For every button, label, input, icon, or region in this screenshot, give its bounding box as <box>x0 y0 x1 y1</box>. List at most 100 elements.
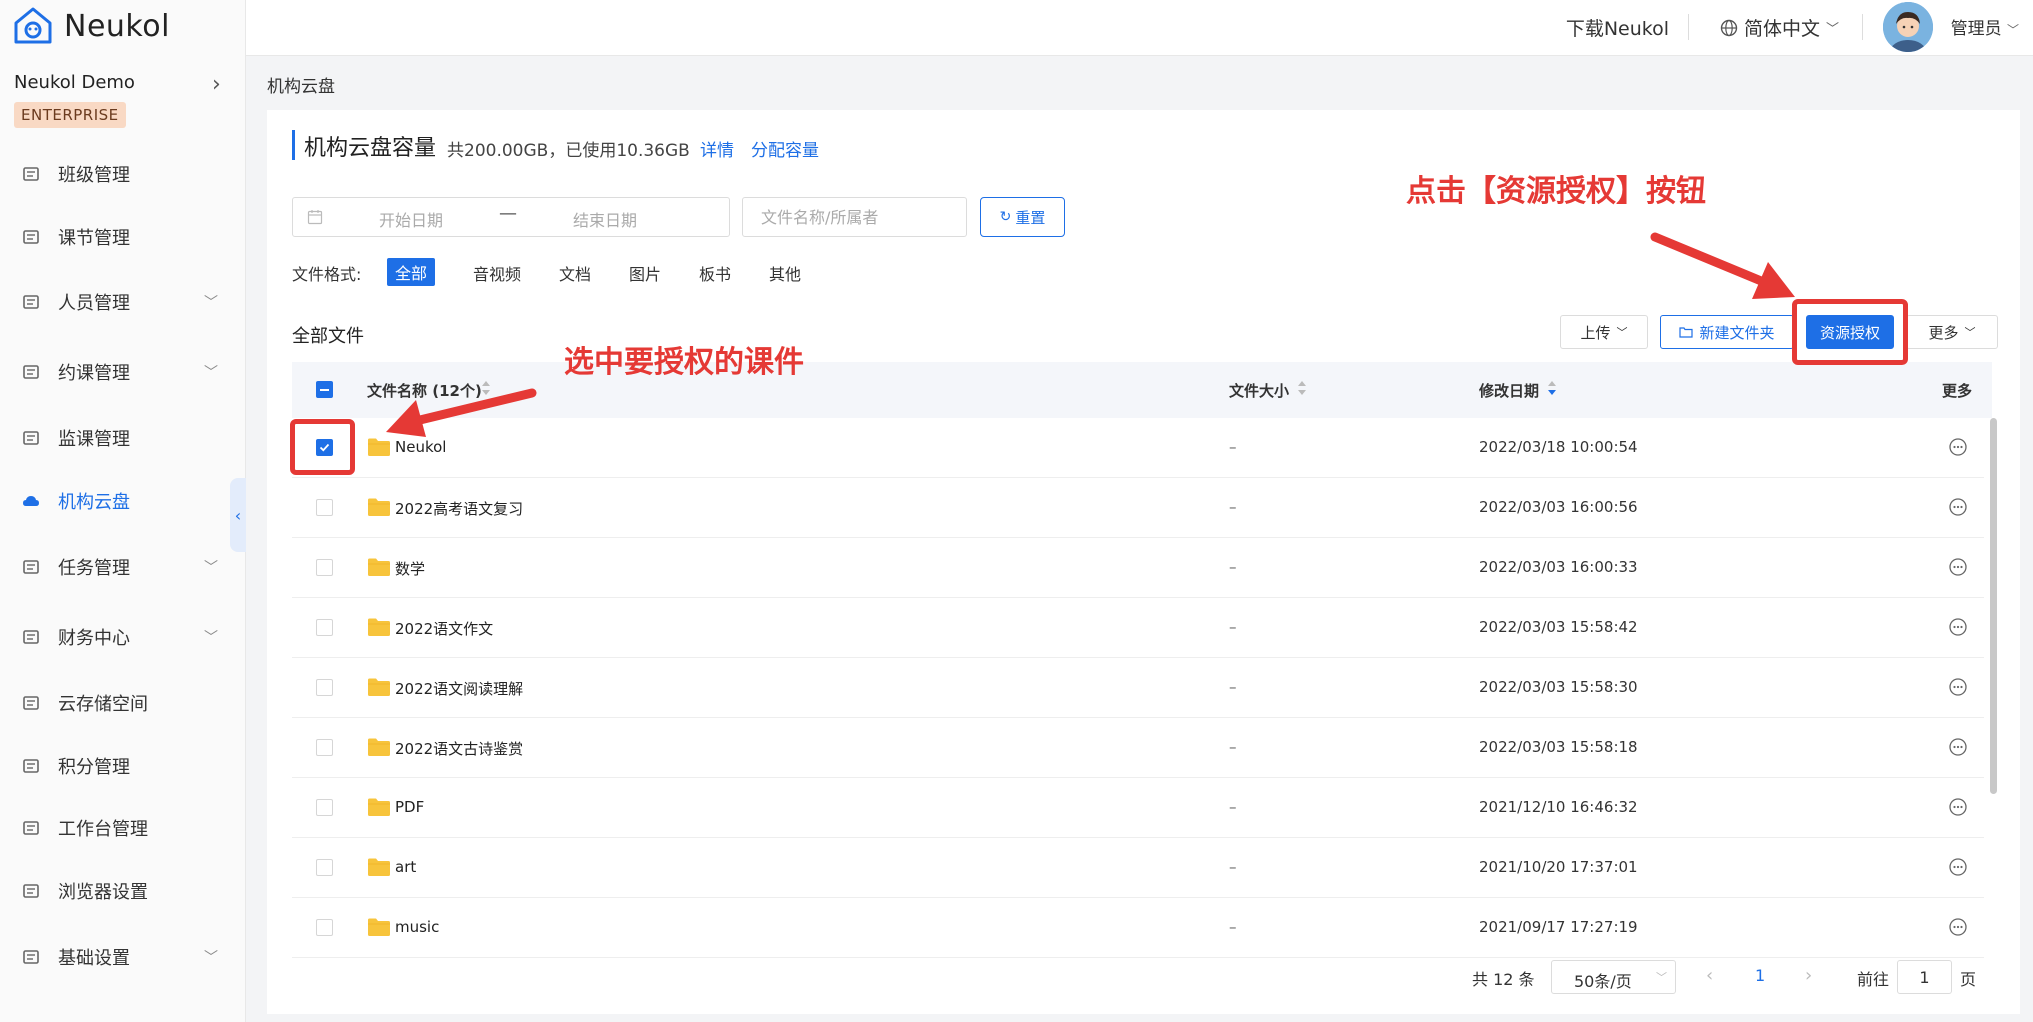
sidebar-item-label: 积分管理 <box>58 757 130 778</box>
annotation-select-course: 选中要授权的课件 <box>564 345 804 380</box>
file-name[interactable]: PDF <box>395 798 424 816</box>
people-icon <box>23 295 39 309</box>
format-other[interactable]: 其他 <box>769 261 801 285</box>
monitor-icon <box>23 431 39 445</box>
row-checkbox[interactable] <box>316 859 333 876</box>
sidebar-item[interactable]: 积分管理 <box>0 744 246 788</box>
allocate-capacity-link[interactable]: 分配容量 <box>751 136 819 161</box>
more-actions-icon[interactable] <box>1949 498 1967 516</box>
sidebar-item[interactable]: 约课管理 ﹀ <box>0 350 246 394</box>
format-all[interactable]: 全部 <box>387 258 436 286</box>
app-logo[interactable]: Neukol <box>12 6 170 46</box>
file-name[interactable]: 2022语文古诗鉴赏 <box>395 738 523 759</box>
table-row[interactable]: 2022高考语文复习 – 2022/03/03 16:00:56 <box>292 478 1984 538</box>
sidebar-item-label: 浏览器设置 <box>58 882 148 903</box>
more-actions-icon[interactable] <box>1949 858 1967 876</box>
sidebar-item[interactable]: 财务中心 ﹀ <box>0 615 246 659</box>
file-name[interactable]: 2022高考语文复习 <box>395 498 523 519</box>
download-link[interactable]: 下载Neukol <box>1566 14 1669 41</box>
sort-icon[interactable] <box>480 378 492 398</box>
chevron-down-icon: ﹀ <box>1616 326 1628 339</box>
more-actions-icon[interactable] <box>1949 678 1967 696</box>
table-row[interactable]: music – 2021/09/17 17:27:19 <box>292 898 1984 958</box>
format-whiteboard[interactable]: 板书 <box>699 261 731 285</box>
page-size-select[interactable]: 50条/页 ﹀ <box>1551 960 1676 994</box>
table-row[interactable]: PDF – 2021/12/10 16:46:32 <box>292 778 1984 838</box>
sidebar-item[interactable]: 班级管理 <box>0 152 246 196</box>
settings-icon <box>23 950 39 964</box>
row-checkbox[interactable] <box>316 559 333 576</box>
more-actions-icon[interactable] <box>1949 918 1967 936</box>
file-name[interactable]: 2022语文阅读理解 <box>395 678 523 699</box>
end-date-field[interactable]: 结束日期 <box>573 207 637 231</box>
row-checkbox[interactable] <box>316 739 333 756</box>
file-name[interactable]: art <box>395 858 416 876</box>
file-name[interactable]: 数学 <box>395 558 425 579</box>
sidebar-item-label: 基础设置 <box>58 948 130 969</box>
table-row[interactable]: 数学 – 2022/03/03 16:00:33 <box>292 538 1984 598</box>
more-actions-icon[interactable] <box>1949 738 1967 756</box>
next-page-button[interactable]: › <box>1805 965 1812 986</box>
sidebar-item[interactable]: 课节管理 <box>0 215 246 259</box>
file-name[interactable]: music <box>395 918 439 936</box>
sidebar-item[interactable]: 任务管理 ﹀ <box>0 545 246 589</box>
row-checkbox[interactable] <box>316 619 333 636</box>
row-checkbox[interactable] <box>316 799 333 816</box>
upload-label: 上传 <box>1580 323 1611 342</box>
upload-button[interactable]: 上传 ﹀ <box>1560 315 1648 349</box>
start-date-field[interactable]: 开始日期 <box>379 207 443 231</box>
format-audio-video[interactable]: 音视频 <box>473 261 521 285</box>
sort-icon[interactable] <box>1546 378 1558 398</box>
file-size: – <box>1229 618 1237 636</box>
user-menu[interactable]: 管理员 ﹀ <box>1951 14 2019 39</box>
select-all-checkbox[interactable] <box>316 381 333 398</box>
collapse-sidebar-button[interactable]: ‹ <box>230 478 246 552</box>
sort-icon[interactable] <box>1296 378 1308 398</box>
chevron-right-icon[interactable]: › <box>212 72 221 97</box>
date-range-picker[interactable]: 开始日期 — 结束日期 <box>292 197 730 237</box>
file-size: – <box>1229 438 1237 456</box>
prev-page-button[interactable]: ‹ <box>1706 965 1713 986</box>
detail-link[interactable]: 详情 <box>700 136 734 161</box>
globe-icon <box>1720 19 1738 36</box>
goto-page-input[interactable]: 1 <box>1897 960 1952 994</box>
sidebar-item[interactable]: 云存储空间 <box>0 681 246 725</box>
more-button[interactable]: 更多 ﹀ <box>1906 315 1998 349</box>
org-name[interactable]: Neukol Demo <box>14 72 135 93</box>
sidebar-item[interactable]: 监课管理 <box>0 416 246 460</box>
row-checkbox[interactable] <box>316 499 333 516</box>
table-row[interactable]: 2022语文古诗鉴赏 – 2022/03/03 15:58:18 <box>292 718 1984 778</box>
language-selector[interactable]: 简体中文 ﹀ <box>1720 14 1839 41</box>
format-image[interactable]: 图片 <box>629 261 661 285</box>
finance-icon <box>23 630 39 644</box>
new-folder-button[interactable]: 新建文件夹 <box>1660 315 1794 349</box>
sidebar-item[interactable]: 浏览器设置 <box>0 869 246 913</box>
table-row[interactable]: art – 2021/10/20 17:37:01 <box>292 838 1984 898</box>
more-actions-icon[interactable] <box>1949 558 1967 576</box>
more-actions-icon[interactable] <box>1949 618 1967 636</box>
sidebar-item[interactable]: 工作台管理 <box>0 806 246 850</box>
file-modified-date: 2022/03/03 15:58:42 <box>1479 618 1638 636</box>
table-row[interactable]: 2022语文阅读理解 – 2022/03/03 15:58:30 <box>292 658 1984 718</box>
format-document[interactable]: 文档 <box>559 261 591 285</box>
row-checkbox[interactable] <box>316 679 333 696</box>
sidebar-item[interactable]: 人员管理 ﹀ <box>0 280 246 324</box>
file-owner-search-input[interactable] <box>742 197 967 237</box>
folder-icon <box>368 858 390 876</box>
sidebar-item[interactable]: 基础设置 ﹀ <box>0 935 246 979</box>
file-name[interactable]: 2022语文作文 <box>395 618 493 639</box>
table-scrollbar[interactable] <box>1990 418 1997 794</box>
page-number-current[interactable]: 1 <box>1755 966 1765 985</box>
more-actions-icon[interactable] <box>1949 798 1967 816</box>
file-name[interactable]: Neukol <box>395 438 446 456</box>
reset-button[interactable]: ↻ 重置 <box>980 197 1065 237</box>
row-checkbox[interactable] <box>316 919 333 936</box>
table-row[interactable]: Neukol – 2022/03/18 10:00:54 <box>292 418 1984 478</box>
chevron-down-icon: ﹀ <box>1964 326 1976 339</box>
table-row[interactable]: 2022语文作文 – 2022/03/03 15:58:42 <box>292 598 1984 658</box>
more-actions-icon[interactable] <box>1949 438 1967 456</box>
avatar[interactable] <box>1883 2 1933 52</box>
class-icon <box>23 167 39 181</box>
sidebar-item[interactable]: 机构云盘 <box>0 479 246 523</box>
folder-icon <box>368 918 390 936</box>
